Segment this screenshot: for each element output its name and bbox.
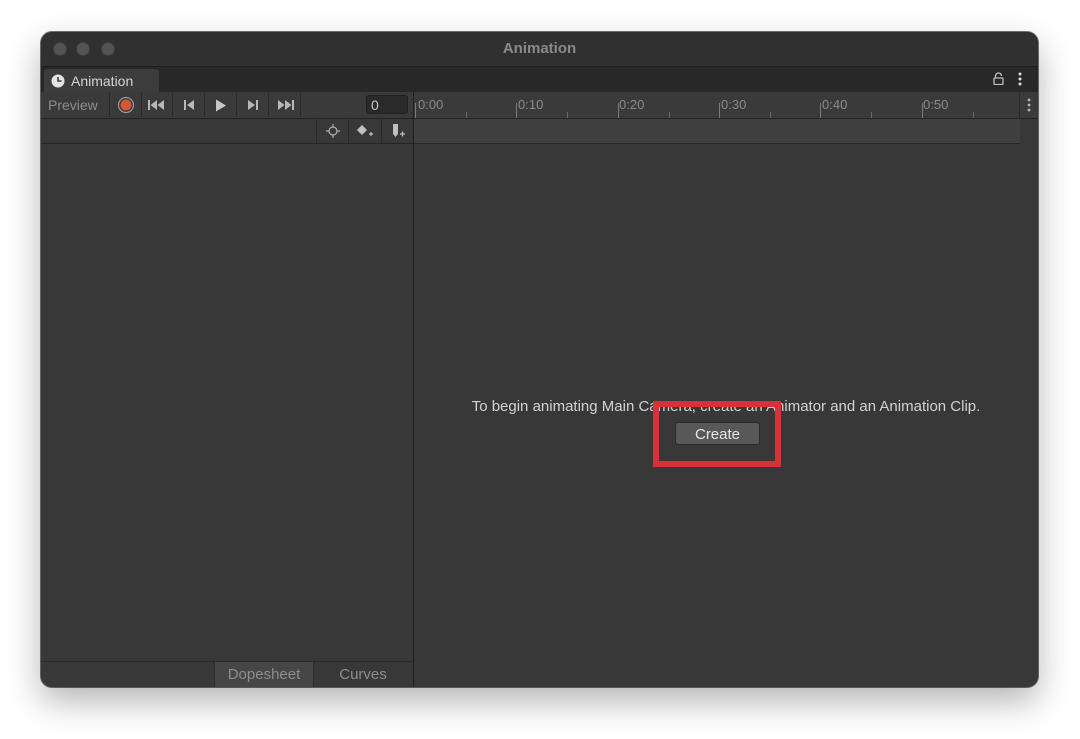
timeline-area[interactable]: To begin animating Main Camera, create a… <box>414 144 1038 687</box>
ruler-major-tick <box>415 103 416 118</box>
ruler-label-10: 0:10 <box>518 97 544 112</box>
first-keyframe-button[interactable] <box>142 93 173 117</box>
add-keyframe-icon <box>356 125 373 136</box>
ruler-label-30: 0:30 <box>721 97 747 112</box>
animation-window: Animation Animation Preview 0 0:00 0:10 … <box>41 32 1038 687</box>
play-button[interactable] <box>206 93 237 117</box>
window-title: Animation <box>502 40 577 57</box>
ruler-minor-tick <box>770 112 771 118</box>
kebab-menu-icon[interactable] <box>1018 72 1022 86</box>
play-icon <box>216 99 226 111</box>
next-keyframe-button[interactable] <box>238 93 269 117</box>
view-mode-tabs: Dopesheet Curves <box>41 661 413 687</box>
previous-key-icon <box>184 100 194 110</box>
record-icon <box>117 96 135 114</box>
empty-state-message: To begin animating Main Camera, create a… <box>471 398 981 415</box>
last-key-icon <box>278 100 294 110</box>
ruler-minor-tick <box>466 112 467 118</box>
ruler-minor-tick <box>567 112 568 118</box>
ruler-label-0: 0:00 <box>418 97 444 112</box>
next-key-icon <box>248 100 258 110</box>
ruler-label-20: 0:20 <box>619 97 645 112</box>
ruler-major-tick <box>820 103 821 118</box>
add-event-icon <box>392 124 405 137</box>
lock-icon[interactable] <box>993 72 1004 85</box>
add-keyframe-button[interactable] <box>348 119 380 143</box>
playback-toolbar: Preview 0 <box>41 92 413 119</box>
tab-animation[interactable]: Animation <box>44 69 159 92</box>
create-button[interactable]: Create <box>675 422 760 445</box>
summary-keyframe-row[interactable] <box>414 119 1020 144</box>
tab-animation-label: Animation <box>71 73 134 89</box>
timeline-options-button[interactable] <box>1019 92 1038 119</box>
title-bar: Animation <box>41 32 1038 67</box>
add-event-button[interactable] <box>381 119 413 143</box>
property-list-panel[interactable] <box>41 144 413 661</box>
filter-selection-button[interactable] <box>316 119 348 143</box>
preview-button[interactable]: Preview <box>42 93 110 117</box>
tab-bar: Animation <box>41 67 1038 92</box>
tab-curves[interactable]: Curves <box>314 662 412 687</box>
crosshair-icon <box>325 124 340 138</box>
ruler-major-tick <box>719 103 720 118</box>
tab-dopesheet[interactable]: Dopesheet <box>214 662 314 687</box>
ruler-minor-tick <box>973 112 974 118</box>
first-key-icon <box>148 100 164 110</box>
record-button[interactable] <box>111 93 142 117</box>
ruler-major-tick <box>516 103 517 118</box>
kebab-menu-icon <box>1027 98 1031 112</box>
current-frame-field[interactable]: 0 <box>366 95 408 114</box>
previous-keyframe-button[interactable] <box>174 93 205 117</box>
ruler-label-40: 0:40 <box>822 97 848 112</box>
ruler-label-50: 0:50 <box>923 97 949 112</box>
ruler-minor-tick <box>871 112 872 118</box>
keyframe-toolbar <box>41 119 413 144</box>
last-keyframe-button[interactable] <box>270 93 301 117</box>
ruler-minor-tick <box>669 112 670 118</box>
clock-icon <box>51 74 65 88</box>
time-ruler[interactable]: 0:00 0:10 0:20 0:30 0:40 0:50 <box>414 92 1020 119</box>
